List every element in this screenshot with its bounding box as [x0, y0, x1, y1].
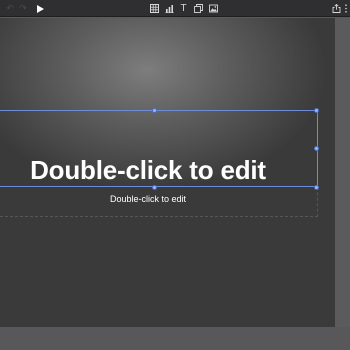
slide-subtitle[interactable]: Double-click to edit [0, 193, 306, 205]
canvas-right-margin [335, 18, 350, 327]
share-icon [332, 4, 341, 13]
chart-icon [165, 5, 174, 13]
insert-chart-button[interactable] [163, 0, 176, 17]
resize-handle-right[interactable] [314, 146, 319, 151]
insert-shape-button[interactable] [192, 0, 205, 17]
media-icon [209, 4, 218, 13]
title-selection-box[interactable] [0, 108, 319, 190]
redo-button[interactable]: ↷ [17, 0, 29, 17]
canvas-bottom-margin [0, 327, 350, 350]
resize-handle-top-right[interactable] [314, 108, 319, 113]
slide-canvas[interactable]: Double-click to edit Double-click to edi… [0, 18, 335, 327]
resize-handle-bottom-right[interactable] [314, 185, 319, 190]
app-window: ↶ ↷ T Double-click to edit Double-click … [0, 0, 350, 350]
resize-handle-top[interactable] [152, 108, 157, 113]
redo-icon: ↷ [19, 3, 27, 13]
insert-text-button[interactable]: T [177, 0, 190, 17]
play-button[interactable] [35, 0, 45, 17]
undo-button[interactable]: ↶ [4, 0, 16, 17]
more-icon [345, 4, 347, 13]
toolbar: ↶ ↷ T [0, 0, 350, 17]
resize-handle-bottom[interactable] [152, 185, 157, 190]
undo-icon: ↶ [6, 3, 14, 13]
play-icon [36, 4, 44, 13]
shape-icon [194, 4, 203, 13]
table-icon [150, 4, 159, 13]
insert-media-button[interactable] [207, 0, 220, 17]
more-button[interactable] [342, 0, 350, 17]
insert-table-button[interactable] [148, 0, 161, 17]
text-icon: T [180, 3, 187, 14]
